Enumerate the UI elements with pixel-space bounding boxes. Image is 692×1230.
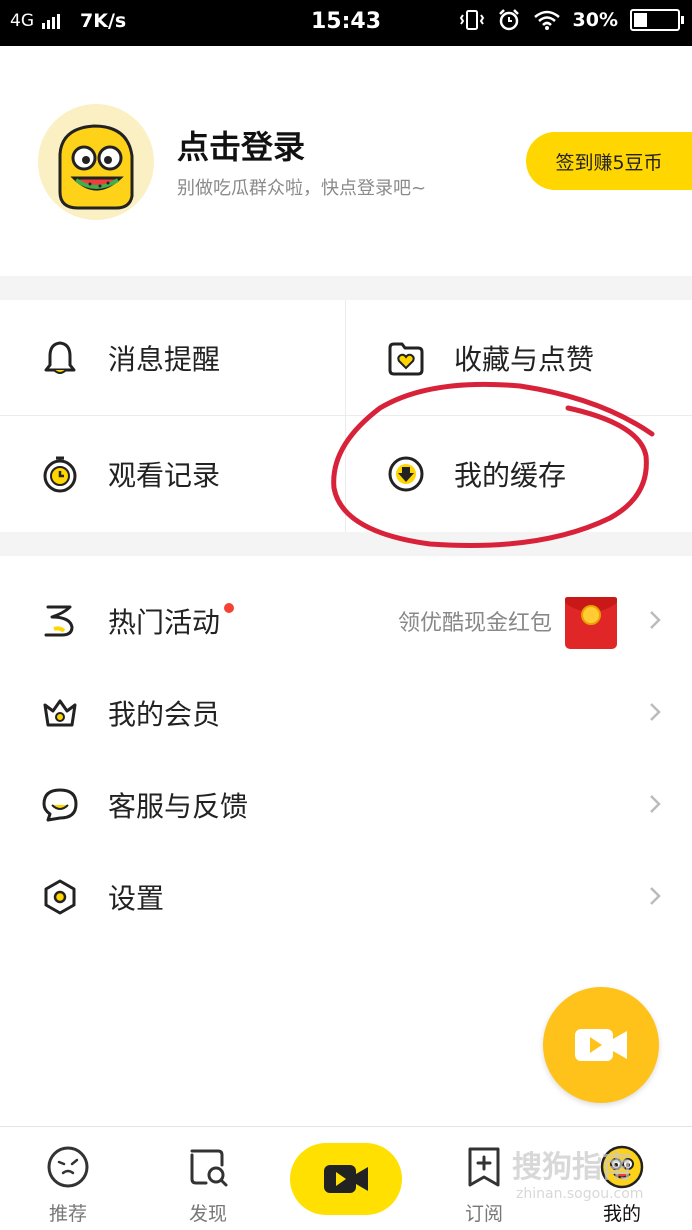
favorite-folder-icon [386, 338, 426, 378]
chevron-right-icon [650, 795, 661, 813]
battery-icon [630, 9, 684, 31]
promo-text[interactable]: 领优酷现金红包 [398, 605, 552, 637]
checkin-button[interactable]: 签到赚5豆币 [526, 132, 692, 190]
battery-percent: 30% [572, 9, 618, 31]
quick-actions-grid: 消息提醒 收藏与点赞 观看记录 我的缓存 [0, 300, 692, 532]
grid-item-favorites[interactable]: 收藏与点赞 [346, 300, 692, 416]
grid-divider-vertical [345, 300, 346, 532]
grid-item-notifications[interactable]: 消息提醒 [0, 300, 346, 416]
recommend-icon [47, 1146, 89, 1188]
grid-item-downloads[interactable]: 我的缓存 [346, 416, 692, 532]
nav-label: 订阅 [464, 1203, 503, 1225]
activity-flag-icon [40, 601, 80, 641]
bell-icon [40, 338, 80, 378]
grid-item-history[interactable]: 观看记录 [0, 416, 346, 532]
nav-label: 我的 [602, 1203, 641, 1225]
grid-divider-horizontal [0, 415, 692, 416]
new-badge-dot [224, 603, 235, 613]
list-item-label: 设置 [108, 882, 165, 915]
nav-recommend[interactable]: 推荐 [8, 1127, 128, 1230]
settings-icon [40, 877, 80, 917]
avatar[interactable] [38, 104, 154, 220]
profile-header: 点击登录 别做吃瓜群众啦，快点登录吧~ 签到赚5豆币 [0, 46, 692, 276]
list-item-label: 我的会员 [108, 698, 221, 731]
list-item-label: 热门活动 [108, 601, 235, 641]
chevron-right-icon [650, 611, 661, 629]
video-camera-icon [575, 1029, 627, 1061]
chevron-right-icon [650, 703, 661, 721]
watermark: 搜狗指南 [512, 1150, 632, 1185]
grid-item-label: 我的缓存 [454, 459, 567, 492]
chat-icon [40, 785, 80, 825]
wifi-icon [533, 10, 560, 30]
section-divider [0, 532, 692, 556]
grid-item-label: 收藏与点赞 [454, 343, 595, 376]
login-title[interactable]: 点击登录 [177, 122, 305, 168]
status-bar: 4G 7K/s 15:43 30% [0, 0, 692, 46]
nav-record-video-button[interactable] [290, 1143, 402, 1215]
nav-label: 发现 [188, 1203, 227, 1225]
grid-item-label: 观看记录 [108, 459, 221, 492]
download-icon [386, 454, 426, 494]
list-item-hot-activities[interactable]: 热门活动 领优酷现金红包 [0, 575, 692, 667]
upload-video-fab[interactable] [543, 987, 659, 1103]
red-packet-icon[interactable] [564, 595, 618, 651]
status-right: 30% [459, 8, 684, 32]
discover-icon [190, 1149, 228, 1187]
subscribe-icon [468, 1147, 500, 1187]
watermelon-face-icon [38, 104, 154, 220]
section-divider [0, 276, 692, 300]
crown-icon [40, 693, 80, 733]
nav-discover[interactable]: 发现 [148, 1127, 268, 1230]
list-item-membership[interactable]: 我的会员 [0, 667, 692, 759]
grid-item-label: 消息提醒 [108, 343, 221, 376]
list-item-label: 客服与反馈 [108, 790, 249, 823]
watermark-url: zhinan.sogou.com [516, 1186, 644, 1202]
vibrate-icon [459, 10, 484, 30]
login-subtitle: 别做吃瓜群众啦，快点登录吧~ [177, 178, 427, 199]
record-video-icon [324, 1165, 368, 1193]
chevron-right-icon [650, 887, 661, 905]
nav-label: 推荐 [48, 1203, 87, 1225]
alarm-icon [498, 9, 519, 31]
list-item-support[interactable]: 客服与反馈 [0, 759, 692, 851]
watch-history-icon [40, 454, 80, 494]
list-item-settings[interactable]: 设置 [0, 851, 692, 943]
